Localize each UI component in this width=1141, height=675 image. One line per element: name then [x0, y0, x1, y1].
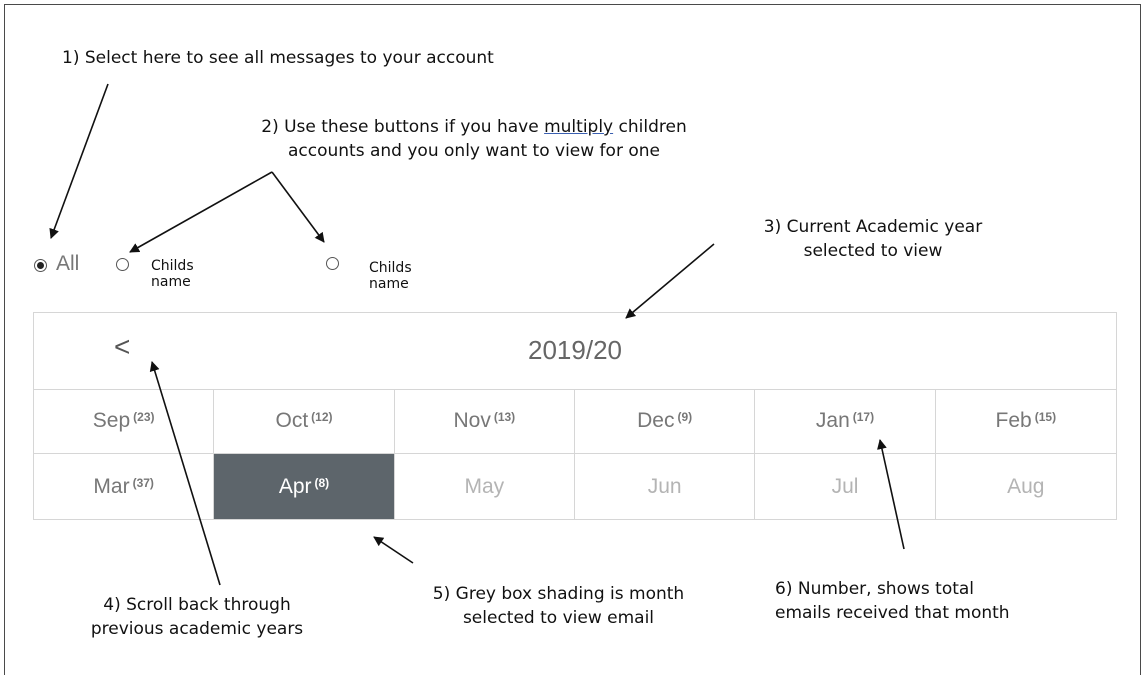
- month-cell-sep[interactable]: Sep (23): [34, 389, 215, 454]
- annotation-2-suffix: children: [613, 117, 687, 137]
- academic-year-label: 2019/20: [528, 335, 622, 365]
- month-name: Sep: [92, 409, 131, 432]
- month-cell-jun[interactable]: Jun: [575, 454, 756, 519]
- annotation-6-line2: emails received that month: [775, 603, 1010, 623]
- radio-child-1-label[interactable]: Childs name: [151, 258, 194, 290]
- annotation-5-line1: 5) Grey box shading is month: [432, 584, 685, 604]
- calendar-header: < 2019/20: [34, 313, 1116, 390]
- month-name: Aug: [1007, 474, 1045, 498]
- month-cell-dec[interactable]: Dec (9): [574, 389, 756, 454]
- month-cell-aug[interactable]: Aug: [936, 454, 1116, 519]
- month-email-count: (13): [493, 410, 516, 424]
- annotation-5: 5) Grey box shading is month selected to…: [406, 582, 711, 630]
- month-email-count: (15): [1034, 410, 1057, 424]
- month-name: Jan: [815, 409, 850, 432]
- month-email-count: (23): [133, 410, 155, 424]
- radio-child-2[interactable]: [326, 257, 339, 270]
- month-email-count: (8): [314, 475, 330, 490]
- annotation-5-line2: selected to view email: [462, 608, 655, 628]
- month-cell-oct[interactable]: Oct (12): [214, 389, 395, 454]
- month-cell-apr[interactable]: Apr (8): [214, 454, 395, 519]
- month-cell-feb[interactable]: Feb (15): [935, 389, 1116, 454]
- radio-child-2-label[interactable]: Childs name: [369, 260, 412, 292]
- month-name: May: [464, 474, 505, 498]
- radio-all-label[interactable]: All: [56, 252, 79, 276]
- annotation-4: 4) Scroll back through previous academic…: [52, 593, 342, 641]
- month-name: Nov: [453, 409, 491, 432]
- month-cell-nov[interactable]: Nov (13): [394, 389, 575, 454]
- month-name: Feb: [995, 409, 1032, 432]
- month-calendar: < 2019/20 Sep (23) Oct (12) Nov (13) Dec (9) Jan…: [33, 312, 1117, 520]
- month-cell-jan[interactable]: Jan (17): [755, 389, 936, 454]
- annotation-2-underlined: multiply: [544, 117, 614, 137]
- annotation-4-line2: previous academic years: [90, 619, 304, 639]
- radio-child-1[interactable]: [116, 258, 129, 271]
- month-name: Mar: [93, 474, 130, 498]
- month-email-count: (12): [311, 410, 333, 424]
- month-grid: Sep (23) Oct (12) Nov (13) Dec (9) Jan (17) Feb (15…: [34, 389, 1116, 519]
- radio-all[interactable]: [34, 259, 47, 272]
- annotation-3-line2: selected to view: [803, 241, 943, 261]
- month-email-count: (9): [677, 410, 693, 424]
- month-email-count: (37): [132, 475, 154, 490]
- month-name: Jun: [647, 474, 682, 498]
- annotation-2: 2) Use these buttons if you have multipl…: [214, 115, 734, 163]
- month-cell-jul[interactable]: Jul: [755, 454, 936, 519]
- month-name: Oct: [275, 409, 309, 432]
- annotation-3-line1: 3) Current Academic year: [763, 217, 983, 237]
- annotation-6-line1: 6) Number, shows total: [775, 579, 975, 599]
- annotation-3: 3) Current Academic year selected to vie…: [728, 215, 1018, 263]
- month-cell-mar[interactable]: Mar (37): [34, 454, 215, 519]
- annotation-2-prefix: 2) Use these buttons if you have: [261, 117, 545, 137]
- month-name: Dec: [637, 409, 675, 432]
- month-name: Apr: [278, 474, 312, 498]
- month-cell-may[interactable]: May: [395, 454, 575, 519]
- annotation-2-line2: accounts and you only want to view for o…: [288, 141, 660, 161]
- annotation-1: 1) Select here to see all messages to yo…: [62, 48, 494, 68]
- month-name: Jul: [831, 474, 859, 498]
- annotation-4-line1: 4) Scroll back through: [103, 595, 291, 615]
- annotation-6: 6) Number, shows total emails received t…: [775, 577, 1010, 625]
- month-email-count: (17): [852, 410, 875, 424]
